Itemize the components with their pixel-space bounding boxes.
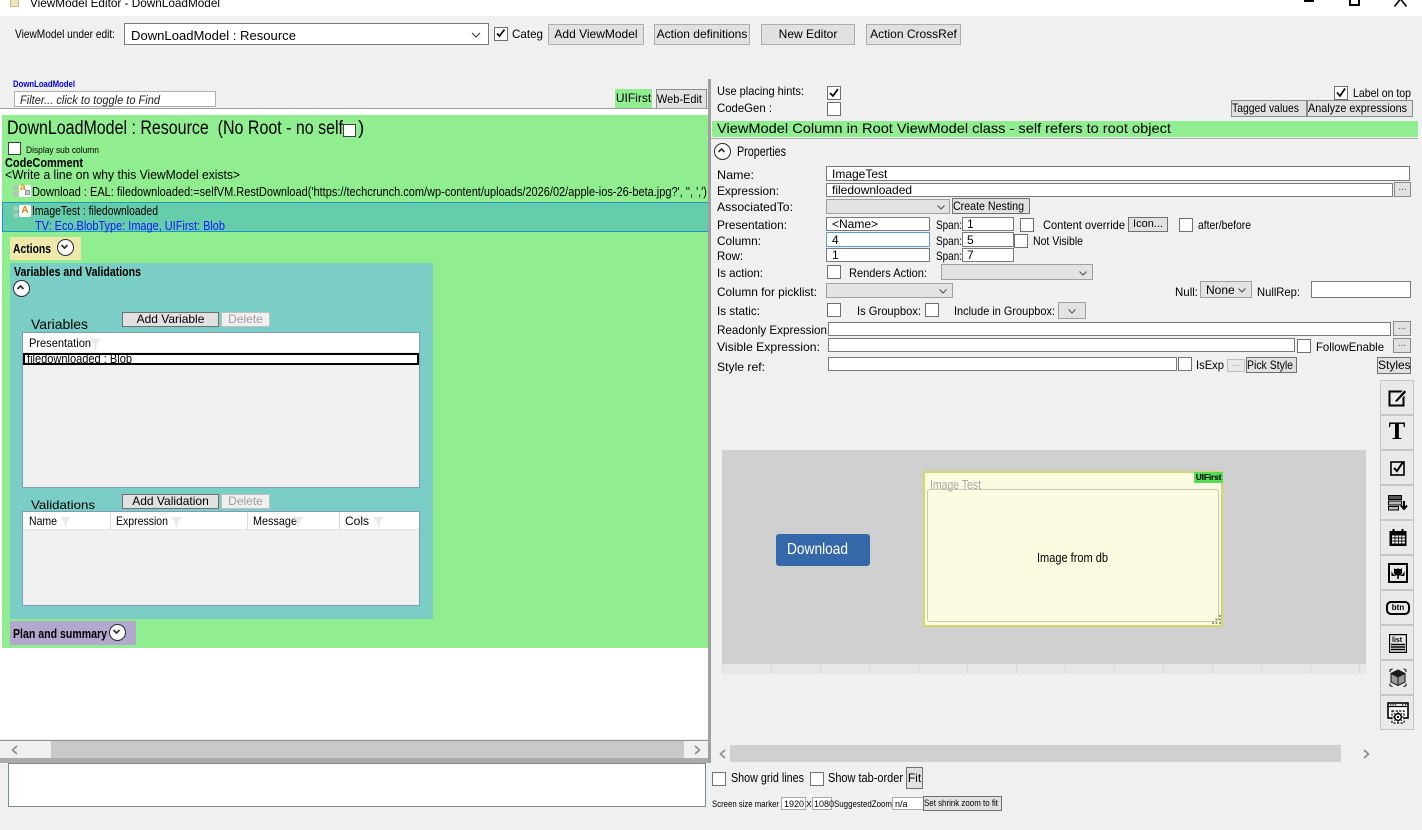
svg-text:list: list <box>1392 637 1403 644</box>
